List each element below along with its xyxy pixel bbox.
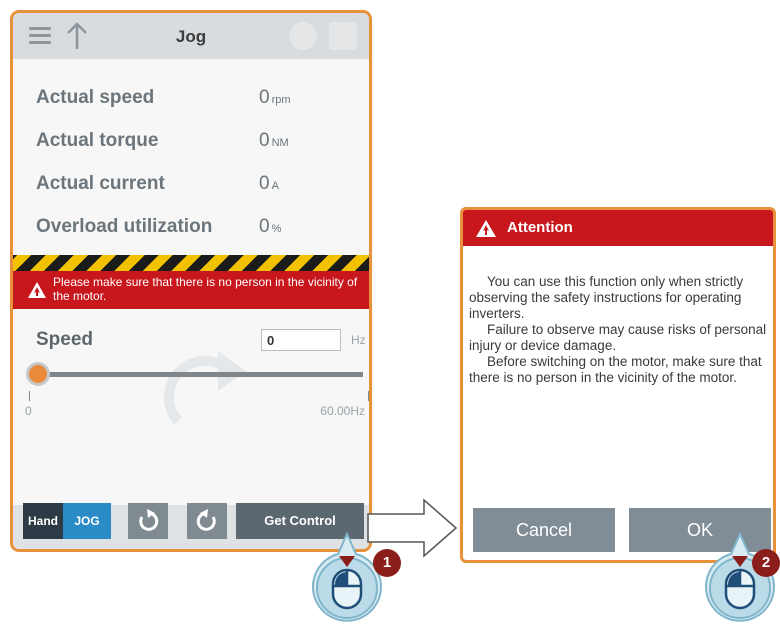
speed-label: Speed [36, 329, 94, 350]
readout-value-speed: 0 rpm [259, 87, 291, 108]
rotate-ccw-icon [196, 509, 216, 531]
step-badge-2: 2 [752, 549, 780, 577]
readout-label-speed: Actual speed [36, 87, 155, 108]
slider-tick-max [368, 391, 369, 401]
dialog-message: You can use this function only when stri… [469, 274, 767, 386]
cancel-button[interactable]: Cancel [473, 508, 615, 552]
readout-label-overload: Overload utilization [36, 216, 213, 237]
top-bar: Jog [13, 13, 369, 59]
disabled-status-icon [289, 22, 317, 50]
hand-mode-label[interactable]: Hand [23, 503, 63, 539]
speed-slider-track[interactable] [39, 372, 363, 377]
disabled-alarm-icon [329, 22, 357, 50]
rotate-cw-icon [139, 509, 159, 531]
rotate-ccw-button[interactable] [187, 503, 227, 539]
jog-panel: Jog Actual speed 0 rpm Actual torque 0 NM … [10, 10, 372, 552]
attention-dialog: Attention You can use this function only… [460, 207, 776, 563]
readout-label-torque: Actual torque [36, 130, 159, 151]
mouse-icon [705, 532, 775, 622]
warning-icon [476, 220, 496, 237]
readout-value-current: 0A [259, 173, 279, 194]
warning-banner: Please make sure that there is no person… [13, 271, 369, 309]
speed-unit: Hz [351, 333, 366, 347]
dialog-title: Attention [507, 219, 573, 236]
readout-label-current: Actual current [36, 173, 165, 194]
rotate-watermark-icon [163, 351, 246, 425]
jog-mode-label[interactable]: JOG [63, 503, 111, 539]
rotate-cw-button[interactable] [128, 503, 168, 539]
readout-value-torque: 0 NM [259, 130, 289, 151]
warning-icon [28, 282, 46, 298]
warning-text: Please make sure that there is no person… [53, 275, 358, 303]
hazard-stripe [13, 255, 369, 271]
step-badge-1: 1 [373, 549, 401, 577]
readout-value-overload: 0% [259, 216, 282, 237]
hand-jog-toggle[interactable]: Hand JOG [23, 503, 111, 539]
slider-max-label: 60.00Hz [320, 404, 365, 418]
mouse-icon [312, 532, 382, 622]
slider-min-label: 0 [25, 404, 32, 418]
dialog-paragraph: You can use this function only when stri… [469, 274, 744, 321]
dialog-paragraph: Failure to observe may cause risks of pe… [469, 322, 767, 353]
slider-tick-min [29, 391, 30, 401]
dialog-paragraph: Before switching on the motor, make sure… [469, 354, 762, 385]
speed-input[interactable]: 0 [261, 329, 341, 351]
dialog-header: Attention [463, 210, 773, 246]
speed-slider-knob[interactable] [26, 362, 50, 386]
